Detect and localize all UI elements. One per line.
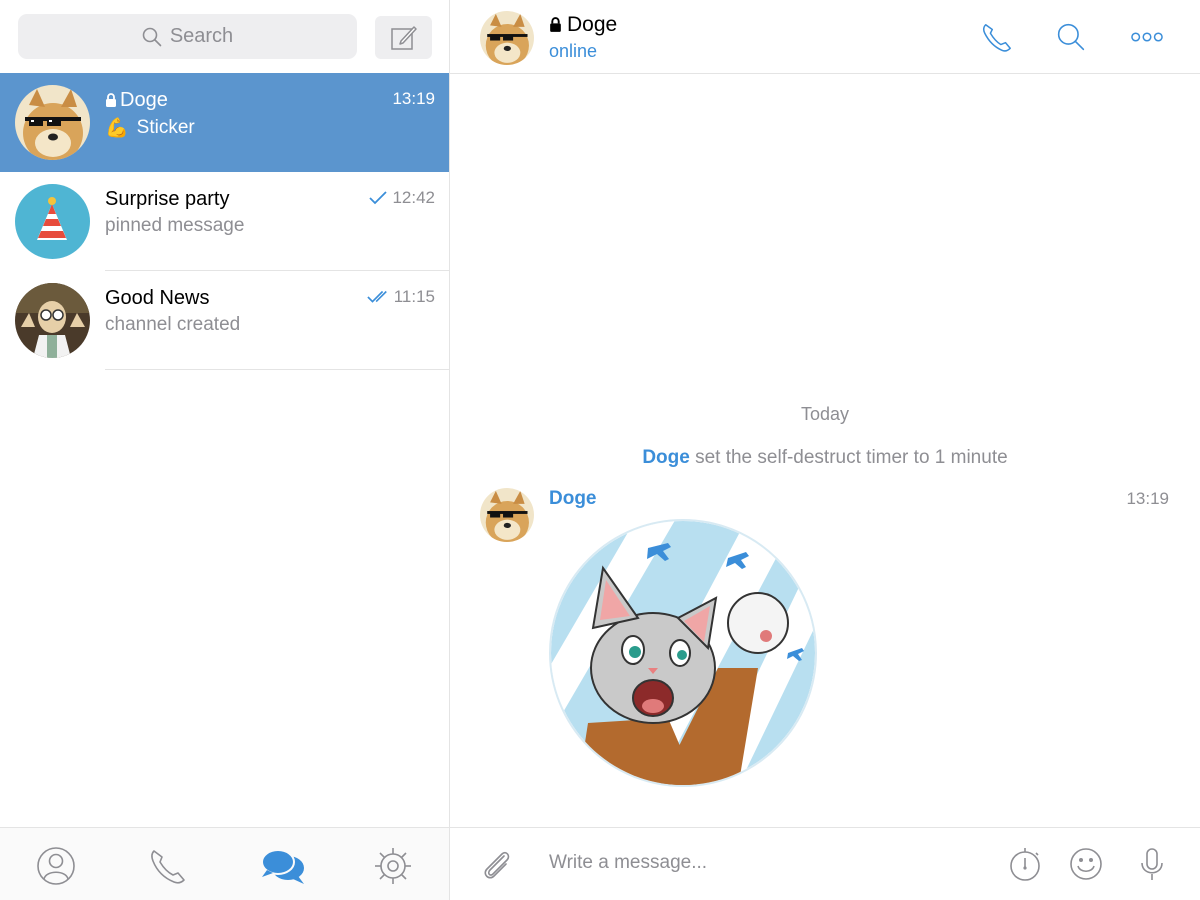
more-dots-icon [1131,32,1163,42]
phone-icon [982,24,1011,52]
chat-time: 13:19 [392,89,435,108]
chat-name: Doge [105,89,168,112]
smiley-icon [1070,848,1102,880]
message-time: 13:19 [1126,489,1169,508]
self-destruct-timer-button[interactable] [1007,846,1043,882]
tab-contacts[interactable] [36,846,76,886]
message-author[interactable]: Doge [549,488,597,510]
search-chat-button[interactable] [1054,20,1088,54]
chat-time: 11:15 [367,287,435,307]
message-avatar[interactable] [480,488,534,542]
professor-avatar [15,283,90,358]
search-placeholder: Search [169,25,234,47]
search-icon [142,27,162,46]
chat-list: Doge 💪 Sticker 13:19 Surprise party pinn… [0,73,449,370]
microphone-icon [1141,848,1163,880]
tab-calls[interactable] [148,846,188,886]
compose-button[interactable] [375,16,432,59]
call-button[interactable] [980,20,1014,54]
search-input[interactable]: Search [18,14,357,59]
online-status: online [549,41,598,61]
conversation-header: Doge online [450,0,1200,74]
row-separator [105,369,449,370]
emoji-button[interactable] [1068,846,1104,882]
stopwatch-icon [1010,848,1040,881]
doge-avatar [15,85,90,160]
chat-preview: pinned message [105,215,245,236]
phone-icon [151,850,185,884]
search-icon [1057,23,1085,51]
compose-icon [390,25,417,50]
conversation-title[interactable]: Doge [549,13,617,37]
message-composer: Write a message... [450,827,1200,900]
tab-chats[interactable] [260,846,306,886]
chat-preview: channel created [105,314,241,335]
double-check-icon [367,290,389,304]
chat-row-good-news[interactable]: Good News channel created 11:15 [0,271,449,370]
lock-icon [106,93,116,107]
message-input[interactable]: Write a message... [549,852,707,874]
person-icon [37,847,75,885]
attach-button[interactable] [478,846,514,882]
tab-settings[interactable] [373,846,413,886]
chat-name: Good News [105,287,210,309]
service-message: Doge set the self-destruct timer to 1 mi… [450,447,1200,469]
date-separator: Today [800,404,850,424]
chat-preview: 💪 Sticker [105,117,195,139]
service-text: set the self-destruct timer to 1 minute [689,447,1008,468]
chat-row-doge[interactable]: Doge 💪 Sticker 13:19 [0,73,449,172]
chat-name: Surprise party [105,188,230,210]
service-actor[interactable]: Doge [642,447,690,468]
paperclip-icon [484,851,510,879]
cat-pilot-sticker[interactable] [548,518,818,788]
header-avatar[interactable] [480,11,534,65]
lock-icon [550,17,561,32]
chat-row-surprise-party[interactable]: Surprise party pinned message 12:42 [0,172,449,271]
chat-bubbles-icon [261,849,304,884]
voice-record-button[interactable] [1134,846,1170,882]
gear-icon [375,848,411,884]
chat-list-pane: Search Doge 💪 Sticker 13:19 Surprise par… [0,0,449,900]
party-hat-avatar [15,184,90,259]
conversation-pane: Doge online Today Doge set the self-dest… [450,0,1200,900]
more-button[interactable] [1130,20,1164,54]
chat-list-toolbar: Search [0,0,449,73]
chat-time: 12:42 [369,188,435,208]
single-check-icon [369,191,388,205]
bottom-tab-bar [0,827,449,900]
flexed-biceps-emoji: 💪 [105,118,129,139]
